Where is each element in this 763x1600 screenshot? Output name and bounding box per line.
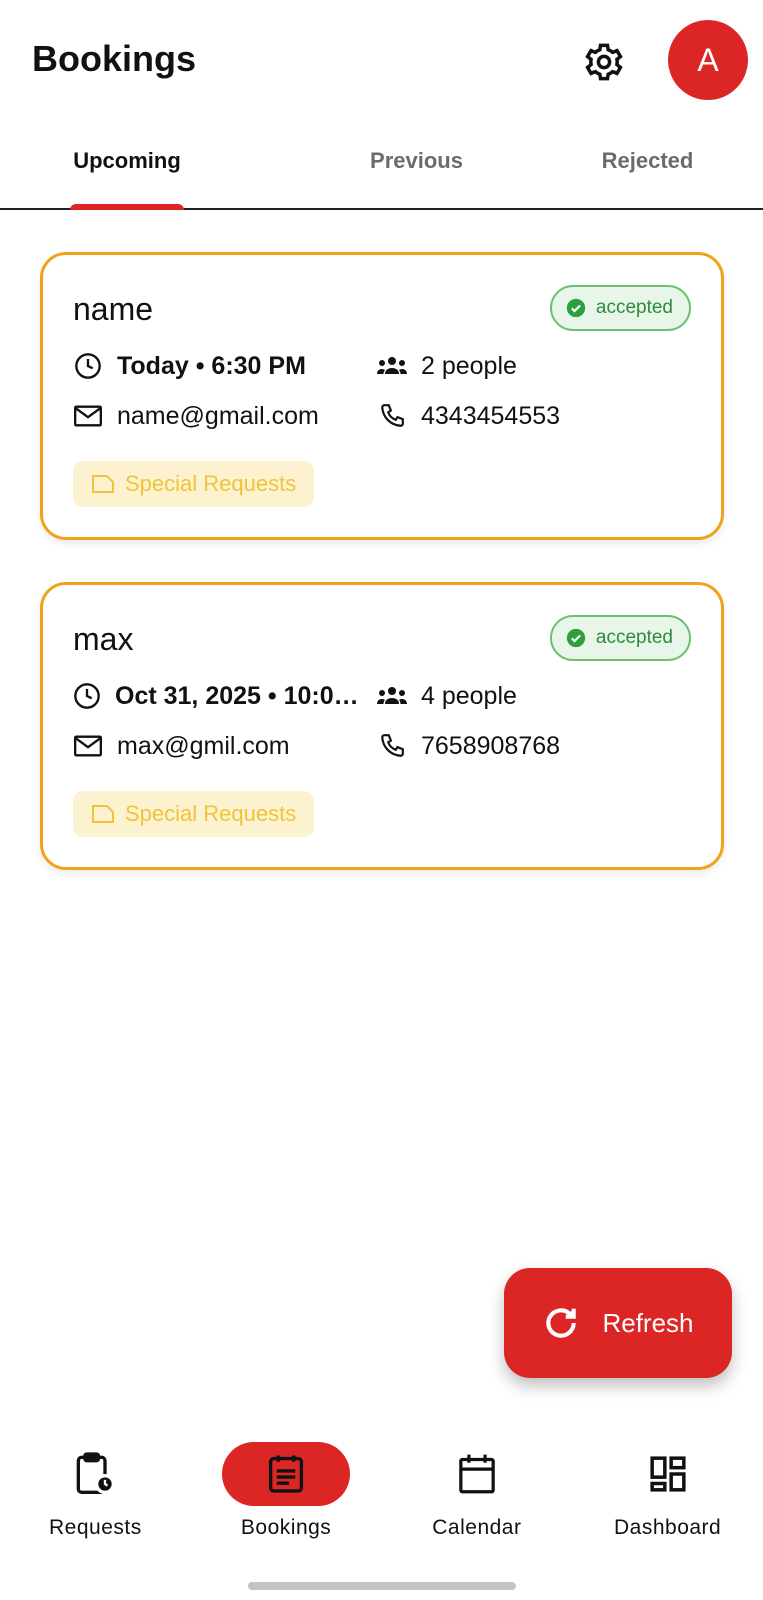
bottom-navigation: Requests Bookings Calendar Dashboard	[0, 1430, 763, 1560]
calendar-icon	[459, 1454, 495, 1494]
booking-email[interactable]: max@gmil.com	[73, 731, 290, 761]
list-icon	[269, 1455, 304, 1493]
note-icon	[92, 475, 114, 493]
nav-icon-container	[604, 1442, 732, 1506]
note-icon	[92, 805, 114, 823]
booking-people: 4 people	[377, 681, 517, 711]
page-title: Bookings	[32, 38, 197, 79]
phone-text: 4343454553	[421, 401, 561, 430]
gear-icon	[585, 43, 623, 81]
refresh-label: Refresh	[602, 1307, 694, 1338]
settings-button[interactable]	[580, 38, 628, 86]
check-circle-icon	[566, 298, 586, 318]
avatar[interactable]: A	[668, 20, 748, 100]
group-icon	[377, 351, 407, 381]
status-badge: accepted	[549, 285, 691, 331]
nav-icon-container	[31, 1442, 159, 1506]
tab-bar: Upcoming Previous Rejected	[0, 128, 763, 210]
status-badge: accepted	[549, 615, 691, 661]
nav-label: Dashboard	[614, 1516, 722, 1539]
booking-email[interactable]: name@gmail.com	[73, 401, 319, 431]
home-indicator	[248, 1582, 516, 1590]
people-text: 4 people	[421, 681, 517, 710]
group-icon	[377, 681, 407, 711]
phone-text: 7658908768	[421, 731, 561, 760]
nav-label: Requests	[49, 1516, 142, 1539]
tab-upcoming[interactable]: Upcoming	[0, 128, 301, 210]
nav-label: Bookings	[240, 1516, 332, 1539]
special-requests-button[interactable]: Special Requests	[73, 791, 315, 837]
nav-item-calendar[interactable]: Calendar	[382, 1430, 573, 1560]
bookings-screen: Bookings A Upcoming Previous Rejected na…	[0, 0, 763, 1600]
booking-card[interactable]: name accepted Today • 6:30 PM 2 people n…	[40, 252, 724, 540]
tab-label: Upcoming	[73, 148, 181, 173]
special-requests-label: Special Requests	[125, 801, 297, 826]
nav-item-requests[interactable]: Requests	[0, 1430, 191, 1560]
tab-label: Rejected	[601, 148, 694, 173]
phone-icon	[377, 401, 407, 431]
booking-datetime: Today • 6:30 PM	[73, 351, 343, 381]
booking-phone[interactable]: 4343454553	[377, 401, 560, 431]
booking-people: 2 people	[377, 351, 517, 381]
people-text: 2 people	[421, 351, 517, 380]
phone-icon	[377, 731, 407, 761]
booking-name: name	[73, 291, 154, 327]
tab-indicator	[70, 204, 184, 210]
booking-list: name accepted Today • 6:30 PM 2 people n…	[40, 252, 724, 912]
nav-item-dashboard[interactable]: Dashboard	[572, 1430, 763, 1560]
mail-icon	[73, 731, 103, 761]
booking-card[interactable]: max accepted Oct 31, 2025 • 10:00 AM 4 p…	[40, 582, 724, 870]
check-circle-icon	[566, 628, 586, 648]
clipboard-clock-icon	[77, 1452, 116, 1494]
nav-icon-container	[413, 1442, 541, 1506]
dashboard-icon	[650, 1456, 686, 1492]
clock-icon	[73, 351, 103, 381]
mail-icon	[73, 401, 103, 431]
special-requests-button[interactable]: Special Requests	[73, 461, 315, 507]
status-text: accepted	[595, 627, 673, 648]
app-header: Bookings A	[0, 0, 763, 120]
nav-label: Calendar	[432, 1516, 522, 1539]
booking-name: max	[73, 621, 134, 657]
tab-previous[interactable]: Previous	[301, 128, 532, 208]
email-text: max@gmil.com	[117, 731, 290, 760]
refresh-icon	[546, 1308, 577, 1338]
refresh-button[interactable]: Refresh	[504, 1268, 732, 1378]
datetime-text: Oct 31, 2025 • 10:00 AM	[115, 681, 371, 710]
booking-phone[interactable]: 7658908768	[377, 731, 560, 761]
datetime-text: Today • 6:30 PM	[117, 351, 306, 380]
status-text: accepted	[595, 297, 673, 318]
clock-icon	[73, 681, 101, 711]
booking-datetime: Oct 31, 2025 • 10:00 AM	[73, 681, 371, 711]
nav-item-bookings[interactable]: Bookings	[191, 1430, 382, 1560]
tab-rejected[interactable]: Rejected	[532, 128, 763, 208]
tab-label: Previous	[370, 148, 463, 173]
email-text: name@gmail.com	[117, 401, 319, 430]
nav-icon-container	[222, 1442, 351, 1506]
special-requests-label: Special Requests	[125, 471, 297, 496]
